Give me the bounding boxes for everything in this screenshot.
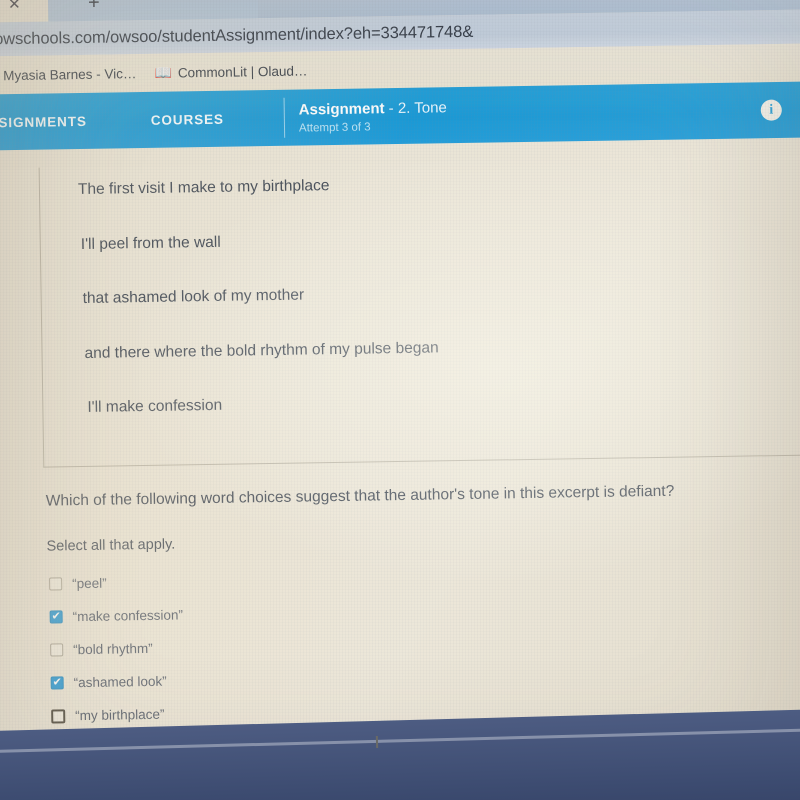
answer-option-label: “my birthplace” [75, 707, 165, 724]
assignment-title-rest: - 2. Tone [388, 98, 447, 117]
active-tab[interactable] [47, 0, 259, 22]
checkmark-icon: ✔ [52, 676, 62, 689]
app-navbar: ASSIGNMENTS COURSES Assignment - 2. Tone… [0, 81, 800, 151]
assignment-title-block: Assignment - 2. Tone Attempt 3 of 3 [299, 99, 448, 134]
assignment-title: Assignment - 2. Tone [299, 99, 447, 119]
poem-line: The first visit I make to my birthplace [77, 177, 330, 199]
checkmark-icon: ✔ [51, 610, 61, 623]
close-tab-icon[interactable]: ✕ [8, 0, 21, 14]
nav-item-courses[interactable]: COURSES [151, 111, 224, 127]
poem-line: I'll make confession [87, 397, 223, 417]
bookmark-commonlit[interactable]: 📖 CommonLit | Olaud… [154, 62, 308, 81]
answer-option-bold-rhythm[interactable]: “bold rhythm” [50, 631, 800, 658]
new-tab-icon[interactable]: + [88, 0, 100, 14]
answer-option-peel[interactable]: “peel” [49, 565, 800, 592]
nav-divider [283, 97, 286, 138]
photo-of-screen: ✕ + e.owschools.com/owsoo/studentAssignm… [0, 0, 800, 800]
excerpt-blockquote: The first visit I make to my birthplace … [38, 155, 800, 468]
info-icon[interactable]: i [760, 99, 782, 121]
browser-window: ✕ + e.owschools.com/owsoo/studentAssignm… [0, 0, 800, 783]
checkbox-icon[interactable] [50, 643, 64, 657]
bookmark-label: CommonLit | Olaud… [177, 62, 308, 80]
url-text[interactable]: e.owschools.com/owsoo/studentAssignment/… [0, 22, 473, 49]
answer-option-make-confession[interactable]: ✔ “make confession” [49, 598, 800, 625]
assignment-content: The first visit I make to my birthplace … [0, 155, 800, 783]
bookmark-label: Myasia Barnes - Vic… [3, 65, 137, 83]
checkbox-checked-icon[interactable]: ✔ [50, 676, 64, 690]
question-prompt: Which of the following word choices sugg… [45, 482, 675, 510]
attempt-counter: Attempt 3 of 3 [298, 120, 371, 135]
bookmark-myasia-barnes[interactable]: K Myasia Barnes - Vic… [0, 65, 137, 84]
poem-line: and there where the bold rhythm of my pu… [84, 339, 439, 362]
nav-item-assignments[interactable]: ASSIGNMENTS [0, 113, 87, 130]
assignment-title-strong: Assignment [298, 99, 385, 119]
answer-option-label: “make confession” [72, 607, 184, 625]
answer-options-list: “peel” ✔ “make confession” “bold rhythm”… [49, 565, 800, 724]
answer-option-label: “ashamed look” [73, 674, 167, 691]
poem-line: that ashamed look of my mother [82, 286, 305, 308]
answer-option-label: “bold rhythm” [73, 641, 153, 658]
question-instruction: Select all that apply. [46, 536, 176, 555]
bezel-marker [375, 735, 379, 749]
answer-option-ashamed-look[interactable]: ✔ “ashamed look” [50, 664, 800, 691]
poem-line: I'll peel from the wall [80, 233, 221, 253]
answer-option-label: “peel” [72, 576, 107, 592]
checkbox-icon[interactable] [51, 709, 66, 724]
checkbox-icon[interactable] [49, 577, 63, 591]
book-icon: 📖 [154, 64, 171, 81]
checkbox-checked-icon[interactable]: ✔ [49, 610, 63, 624]
